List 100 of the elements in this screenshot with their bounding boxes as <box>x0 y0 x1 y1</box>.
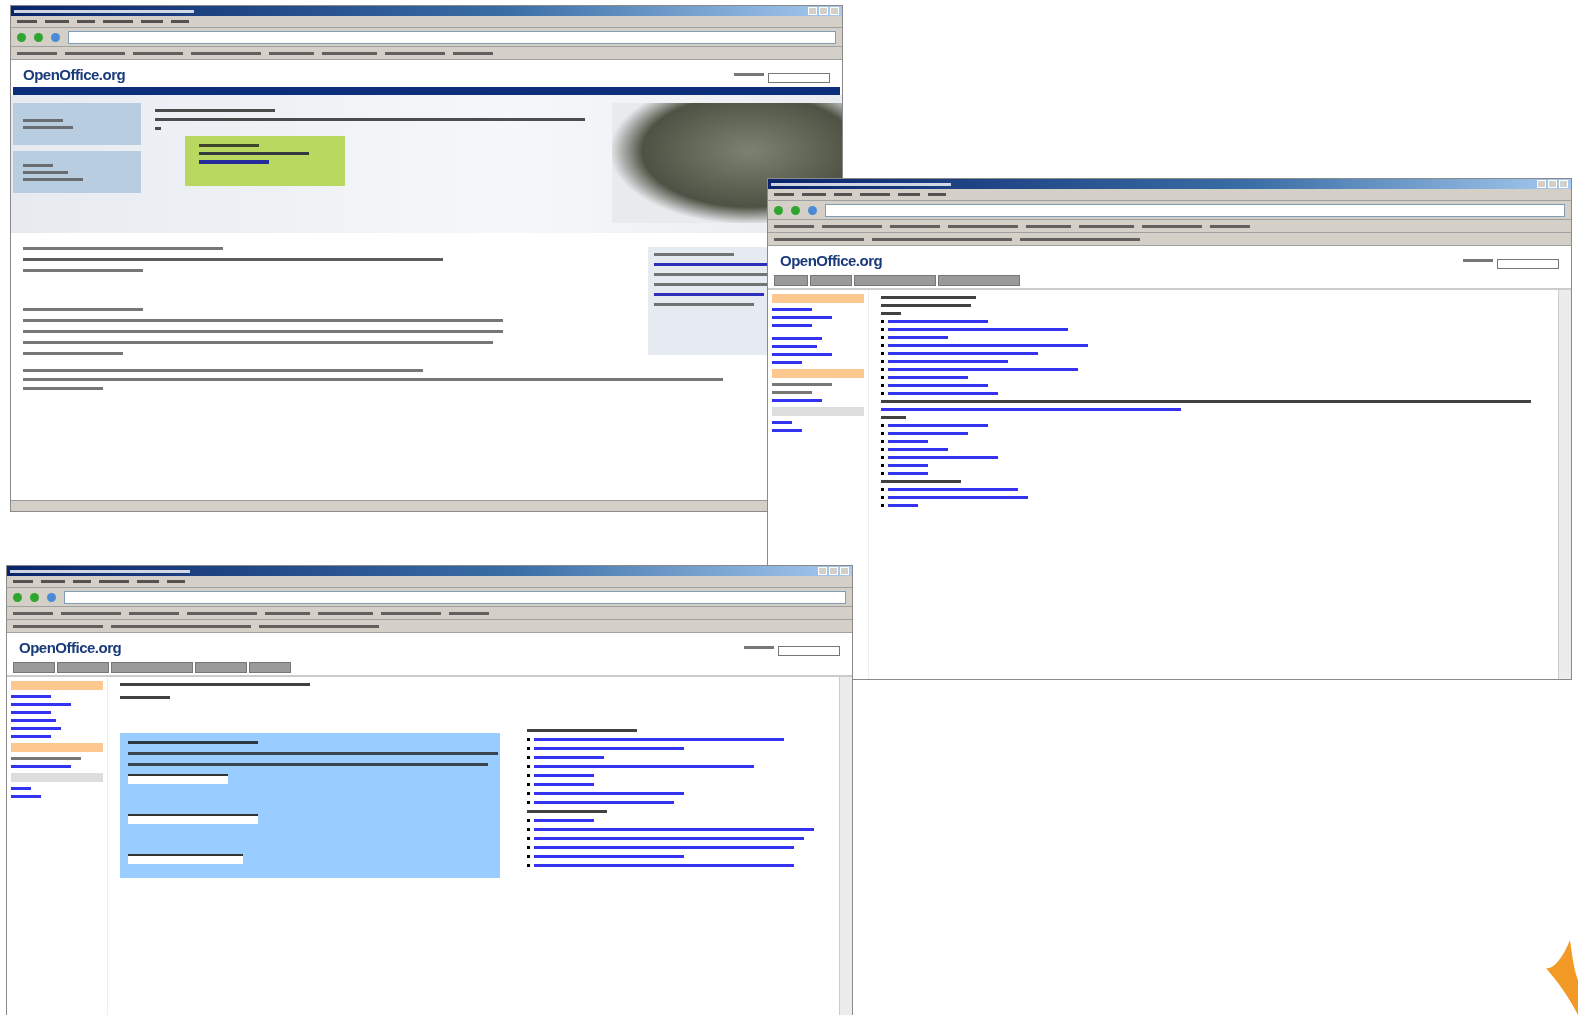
address-field[interactable] <box>825 203 1565 217</box>
promo-tile[interactable] <box>13 151 141 193</box>
scrollbar[interactable] <box>1558 290 1571 679</box>
page-tab[interactable] <box>195 662 247 673</box>
page-tab[interactable] <box>810 275 852 286</box>
bullet-icon <box>881 432 884 435</box>
illegible-text-line <box>774 224 814 228</box>
illegible-text-line <box>772 399 822 402</box>
illegible-text-line <box>133 51 183 55</box>
illegible-text-line <box>41 580 65 583</box>
bullet-icon <box>527 837 530 840</box>
illegible-text-line <box>881 312 901 315</box>
illegible-text-line <box>13 611 53 615</box>
illegible-text-line <box>881 416 906 419</box>
page-tab[interactable] <box>938 275 1020 286</box>
illegible-text-line <box>772 337 822 340</box>
illegible-text-line <box>11 735 51 738</box>
illegible-text-line <box>322 51 377 55</box>
promo-tile[interactable] <box>13 103 141 145</box>
minimize-button[interactable] <box>808 7 817 15</box>
illegible-text-line <box>17 51 57 55</box>
bullet-icon <box>881 488 884 491</box>
illegible-text-line <box>888 440 928 443</box>
illegible-text-line <box>23 126 73 129</box>
site-logo[interactable]: OpenOffice.org <box>23 66 126 83</box>
illegible-text-line <box>23 119 63 122</box>
close-button[interactable] <box>840 567 849 575</box>
site-logo[interactable]: OpenOffice.org <box>19 639 122 656</box>
bullet-icon <box>881 336 884 339</box>
bullet-icon <box>881 496 884 499</box>
illegible-text-line <box>167 580 185 583</box>
maximize-button[interactable] <box>819 7 828 15</box>
page-tab[interactable] <box>249 662 291 673</box>
illegible-text-line <box>13 580 33 583</box>
illegible-text-line <box>11 711 51 714</box>
illegible-text-line <box>772 383 832 386</box>
illegible-text-line <box>1210 224 1250 228</box>
bullet-icon <box>527 855 530 858</box>
illegible-text-line <box>1026 224 1071 228</box>
page-tab[interactable] <box>57 662 109 673</box>
input-field[interactable] <box>128 814 258 824</box>
maximize-button[interactable] <box>829 567 838 575</box>
bullet-icon <box>881 472 884 475</box>
bullet-icon <box>881 392 884 395</box>
illegible-text-line <box>888 472 928 475</box>
input-field[interactable] <box>128 854 243 864</box>
illegible-text-line <box>734 73 764 76</box>
bullet-icon <box>527 756 530 759</box>
illegible-text-line <box>11 703 71 706</box>
address-field[interactable] <box>68 30 836 44</box>
illegible-text-line <box>137 580 159 583</box>
site-logo[interactable]: OpenOffice.org <box>780 252 883 269</box>
illegible-text-line <box>11 719 56 722</box>
illegible-text-line <box>534 819 594 822</box>
illegible-text-line <box>744 646 774 649</box>
page-tab[interactable] <box>774 275 808 286</box>
bullet-icon <box>527 765 530 768</box>
minimize-button[interactable] <box>1537 180 1546 188</box>
illegible-text-line <box>802 193 826 196</box>
illegible-text-line <box>772 345 817 348</box>
illegible-text-line <box>11 695 51 698</box>
illegible-text-line <box>772 308 812 311</box>
bullet-icon <box>881 464 884 467</box>
illegible-text-line <box>265 611 310 615</box>
bullet-icon <box>527 774 530 777</box>
illegible-text-line <box>23 163 53 167</box>
page-tab[interactable] <box>854 275 936 286</box>
input-field[interactable] <box>128 774 228 784</box>
illegible-text-line <box>888 504 918 507</box>
illegible-text-line <box>449 611 489 615</box>
illegible-text-line <box>11 765 71 768</box>
illegible-text-line <box>860 193 890 196</box>
page-tab[interactable] <box>111 662 193 673</box>
illegible-text-line <box>534 783 594 786</box>
illegible-text-line <box>774 193 794 196</box>
illegible-text-line <box>17 20 37 23</box>
bullet-icon <box>881 504 884 507</box>
illegible-text-line <box>171 20 189 23</box>
illegible-text-line <box>898 193 920 196</box>
close-button[interactable] <box>830 7 839 15</box>
bullet-icon <box>881 320 884 323</box>
close-button[interactable] <box>1559 180 1568 188</box>
illegible-text-line <box>1142 224 1202 228</box>
address-field[interactable] <box>64 590 846 604</box>
bullet-icon <box>527 738 530 741</box>
search-field[interactable] <box>778 646 840 656</box>
illegible-text-line <box>822 224 882 228</box>
page-tab[interactable] <box>13 662 55 673</box>
scrollbar[interactable] <box>839 677 852 1015</box>
illegible-text-line <box>99 580 129 583</box>
search-field[interactable] <box>768 73 830 83</box>
search-field[interactable] <box>1497 259 1559 269</box>
bullet-icon <box>881 368 884 371</box>
illegible-text-line <box>772 361 802 364</box>
minimize-button[interactable] <box>818 567 827 575</box>
bullet-icon <box>527 828 530 831</box>
illegible-text-line <box>834 193 852 196</box>
maximize-button[interactable] <box>1548 180 1557 188</box>
bullet-icon <box>881 360 884 363</box>
illegible-text-line <box>73 580 91 583</box>
